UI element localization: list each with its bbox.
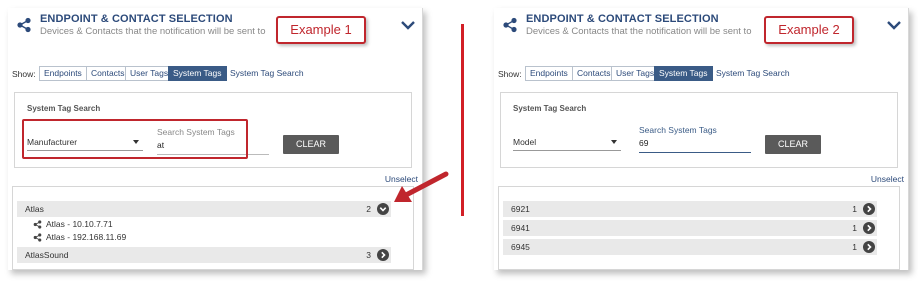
show-label: Show: [498, 69, 522, 79]
expand-right-icon[interactable] [863, 241, 875, 253]
show-label: Show: [12, 69, 36, 79]
expand-right-icon[interactable] [863, 222, 875, 234]
share-icon [503, 17, 517, 33]
section-subtitle: Devices & Contacts that the notification… [40, 26, 266, 37]
section-title: ENDPOINT & CONTACT SELECTION [40, 13, 233, 25]
list-item[interactable]: 6945 1 [503, 239, 877, 255]
result-name: 6921 [511, 204, 530, 214]
tab-contacts[interactable]: Contacts [572, 66, 616, 81]
result-count: 1 [852, 242, 857, 252]
unselect-link[interactable]: Unselect [871, 174, 904, 184]
results-list: 6921 1 6941 1 6945 1 [498, 186, 900, 270]
system-tag-search-box: System Tag Search Model Search System Ta… [500, 92, 898, 168]
result-name: AtlasSound [25, 250, 69, 260]
tag-type-select[interactable]: Model [513, 133, 621, 151]
result-name: 6941 [511, 223, 530, 233]
result-count: 1 [852, 204, 857, 214]
result-count: 3 [366, 250, 371, 260]
chevron-down-icon[interactable] [886, 18, 902, 32]
panel-example-1: ENDPOINT & CONTACT SELECTION Devices & C… [8, 8, 423, 270]
child-label: Atlas - 192.168.11.69 [46, 232, 127, 242]
system-tag-search-box: System Tag Search Manufacturer Search Sy… [14, 92, 412, 168]
result-count: 1 [852, 223, 857, 233]
example-divider [461, 24, 464, 216]
result-name: Atlas [25, 204, 44, 214]
result-count: 2 [366, 204, 371, 214]
expand-right-icon[interactable] [377, 249, 389, 261]
search-input-label: Search System Tags [639, 125, 717, 135]
list-item[interactable]: 6921 1 [503, 201, 877, 217]
screenshot-stage: ENDPOINT & CONTACT SELECTION Devices & C… [0, 0, 918, 290]
caret-down-icon [611, 140, 617, 144]
example-callout: Example 1 [276, 16, 366, 44]
section-title: ENDPOINT & CONTACT SELECTION [526, 13, 719, 25]
panel-example-2: ENDPOINT & CONTACT SELECTION Devices & C… [494, 8, 909, 270]
tab-endpoints[interactable]: Endpoints [525, 66, 573, 81]
list-item[interactable]: 6941 1 [503, 220, 877, 236]
share-icon [33, 233, 42, 242]
tab-endpoints[interactable]: Endpoints [39, 66, 87, 81]
system-tag-search-link[interactable]: System Tag Search [716, 68, 790, 78]
list-item[interactable]: AtlasSound 3 [17, 247, 391, 263]
tab-user-tags[interactable]: User Tags [611, 66, 660, 81]
tab-system-tags[interactable]: System Tags [654, 66, 713, 81]
tab-contacts[interactable]: Contacts [86, 66, 130, 81]
example-callout: Example 2 [764, 16, 854, 44]
section-subtitle: Devices & Contacts that the notification… [526, 26, 752, 37]
results-list: Atlas 2 Atlas - 10.10.7.71 Atlas - 192.1… [12, 186, 414, 270]
share-icon [33, 220, 42, 229]
result-name: 6945 [511, 242, 530, 252]
annotation-arrow-icon [394, 171, 449, 202]
highlight-box [22, 119, 248, 159]
tab-system-tags[interactable]: System Tags [168, 66, 227, 81]
search-box-title: System Tag Search [27, 104, 101, 113]
child-label: Atlas - 10.10.7.71 [46, 219, 113, 229]
expand-right-icon[interactable] [863, 203, 875, 215]
chevron-down-icon[interactable] [400, 18, 416, 32]
tab-user-tags[interactable]: User Tags [125, 66, 174, 81]
list-item[interactable]: Atlas 2 [17, 201, 391, 217]
system-tag-search-link[interactable]: System Tag Search [230, 68, 304, 78]
clear-button[interactable]: CLEAR [765, 135, 821, 154]
search-box-title: System Tag Search [513, 104, 587, 113]
tag-type-value: Model [513, 137, 537, 147]
clear-button[interactable]: CLEAR [283, 135, 339, 154]
share-icon [17, 17, 31, 33]
search-system-tags-input[interactable]: 69 [639, 135, 751, 153]
